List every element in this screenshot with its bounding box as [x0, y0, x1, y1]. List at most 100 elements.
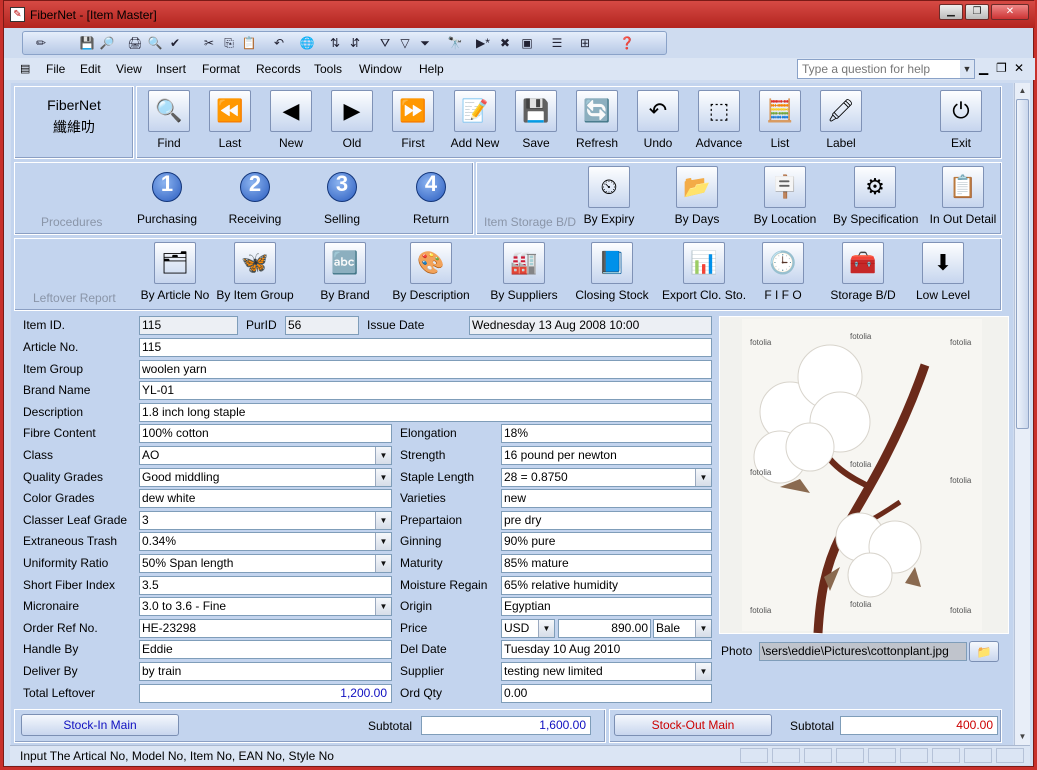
extraneous-trash-field[interactable]: 0.34% ▼ [139, 532, 392, 552]
form-menu-icon[interactable]: ▤ [20, 62, 30, 75]
purid-field[interactable]: 56 [285, 316, 359, 335]
properties-icon[interactable]: ☰ [549, 35, 565, 51]
stock-out-button[interactable]: Stock-Out Main [614, 714, 772, 736]
vertical-scrollbar[interactable]: ▲ ▼ [1014, 83, 1030, 745]
browse-photo-button[interactable]: 📁 [969, 641, 999, 662]
supplier-field[interactable]: testing new limited ▼ [501, 662, 712, 681]
mdi-minimize-button[interactable]: ▁ [979, 61, 988, 75]
menu-format[interactable]: Format [202, 62, 240, 76]
chevron-down-icon[interactable]: ▼ [375, 555, 391, 572]
print-icon[interactable]: 🖨 [127, 35, 143, 51]
prepartaion-field[interactable]: pre dry [501, 510, 712, 530]
subtotal-out-field[interactable]: 400.00 [840, 716, 998, 735]
chevron-down-icon[interactable]: ▼ [695, 468, 711, 486]
scroll-down-icon[interactable]: ▼ [1015, 729, 1030, 744]
new-record-icon[interactable]: ▶* [475, 35, 491, 51]
by-item-group-button[interactable]: 🦋 By Item Group [213, 242, 297, 306]
mdi-close-button[interactable]: ✕ [1014, 61, 1024, 75]
handle-by-field[interactable]: Eddie [139, 640, 392, 660]
sort-ascending-icon[interactable]: ⇅ [327, 35, 343, 51]
minimize-button[interactable]: ▁ [939, 4, 963, 20]
hyperlink-icon[interactable]: 🌐 [299, 35, 315, 51]
by-specification-button[interactable]: ⚙ By Specification [833, 166, 918, 230]
find-icon[interactable]: 🔭 [447, 35, 463, 51]
undo-small-icon[interactable]: ↶ [271, 35, 287, 51]
print-preview-icon[interactable]: 🔍 [147, 35, 163, 51]
varieties-field[interactable]: new [501, 489, 712, 509]
by-brand-button[interactable]: 🔤 By Brand [303, 242, 387, 306]
total-leftover-field[interactable]: 1,200.00 [139, 683, 392, 703]
cut-icon[interactable]: ✂ [201, 35, 217, 51]
chevron-down-icon[interactable]: ▼ [375, 598, 391, 616]
document-icon[interactable]: ✎ [10, 7, 25, 22]
chevron-down-icon[interactable]: ▼ [695, 663, 711, 680]
f-i-f-o-button[interactable]: 🕒 F I F O [741, 242, 825, 306]
quality-grades-field[interactable]: Good middling ▼ [139, 467, 392, 487]
copy-icon[interactable]: ⎘ [221, 35, 237, 51]
database-window-icon[interactable]: ▣ [519, 35, 535, 51]
design-view-icon[interactable]: ✏ [33, 35, 49, 51]
chevron-down-icon[interactable]: ▼ [538, 619, 554, 637]
exit-button[interactable]: ⏻ Exit [919, 90, 1003, 154]
menu-view[interactable]: View [116, 62, 142, 76]
issue-date-field[interactable]: Wednesday 13 Aug 2008 10:00 [469, 316, 712, 335]
order-ref-no-field[interactable]: HE-23298 [139, 618, 392, 638]
menu-tools[interactable]: Tools [314, 62, 342, 76]
receiving-button[interactable]: 2 Receiving [213, 166, 297, 230]
label-button[interactable]: 🖍 Label [799, 90, 883, 154]
by-location-button[interactable]: 🪧 By Location [743, 166, 827, 230]
apply-filter-icon[interactable]: ⏷ [417, 35, 433, 51]
strength-field[interactable]: 16 pound per newton [501, 446, 712, 465]
new-object-icon[interactable]: ⊞ [577, 35, 593, 51]
article-no-field[interactable]: 115 [139, 338, 712, 357]
save-icon[interactable]: 💾 [79, 35, 95, 51]
selling-button[interactable]: 3 Selling [300, 166, 384, 230]
elongation-field[interactable]: 18% [501, 424, 712, 444]
help-icon[interactable]: ❓ [619, 35, 635, 51]
del-date-field[interactable]: Tuesday 10 Aug 2010 [501, 640, 712, 660]
ginning-field[interactable]: 90% pure [501, 532, 712, 552]
micronaire-field[interactable]: 3.0 to 3.6 - Fine ▼ [139, 597, 392, 617]
classer-leaf-grade-field[interactable]: 3 ▼ [139, 510, 392, 530]
uniformity-ratio-field[interactable]: 50% Span length ▼ [139, 554, 392, 573]
description-field[interactable]: 1.8 inch long staple [139, 402, 712, 422]
delete-record-icon[interactable]: ✖ [497, 35, 513, 51]
search-file-icon[interactable]: 🔎 [99, 35, 115, 51]
short-fiber-index-field[interactable]: 3.5 [139, 575, 392, 595]
chevron-down-icon[interactable]: ▼ [960, 60, 974, 78]
filter-selection-icon[interactable]: ⛛ [377, 35, 393, 51]
filter-form-icon[interactable]: ▽ [397, 35, 413, 51]
price-amount-field[interactable]: 890.00 [558, 618, 651, 638]
closing-stock-button[interactable]: 📘 Closing Stock [570, 242, 654, 306]
photo-path-field[interactable]: \sers\eddie\Pictures\cottonplant.jpg [759, 642, 967, 661]
scroll-thumb[interactable] [1016, 99, 1029, 429]
storage-b-d-button[interactable]: 🧰 Storage B/D [821, 242, 905, 306]
by-article-no-button[interactable]: 🗂 By Article No [133, 242, 217, 306]
by-description-button[interactable]: 🎨 By Description [389, 242, 473, 306]
menu-edit[interactable]: Edit [80, 62, 101, 76]
chevron-down-icon[interactable]: ▼ [375, 447, 391, 464]
subtotal-in-field[interactable]: 1,600.00 [421, 716, 591, 735]
item-id-field[interactable]: 115 [139, 316, 238, 335]
currency-select[interactable]: USD ▼ [501, 618, 555, 638]
brand-name-field[interactable]: YL-01 [139, 381, 712, 401]
chevron-down-icon[interactable]: ▼ [695, 619, 711, 637]
by-expiry-button[interactable]: ⏲ By Expiry [567, 166, 651, 230]
menu-window[interactable]: Window [359, 62, 402, 76]
mdi-restore-button[interactable]: ❐ [996, 61, 1007, 75]
paste-icon[interactable]: 📋 [241, 35, 257, 51]
class-field[interactable]: AO ▼ [139, 446, 392, 465]
item-group-field[interactable]: woolen yarn [139, 359, 712, 379]
export-clo-sto-button[interactable]: 📊 Export Clo. Sto. [662, 242, 746, 306]
sort-descending-icon[interactable]: ⇵ [347, 35, 363, 51]
menu-insert[interactable]: Insert [156, 62, 186, 76]
deliver-by-field[interactable]: by train [139, 662, 392, 681]
stock-in-button[interactable]: Stock-In Main [21, 714, 179, 736]
color-grades-field[interactable]: dew white [139, 489, 392, 509]
maximize-button[interactable]: ❐ [965, 4, 989, 20]
staple-length-field[interactable]: 28 = 0.8750 ▼ [501, 467, 712, 487]
menu-records[interactable]: Records [256, 62, 301, 76]
by-suppliers-button[interactable]: 🏭 By Suppliers [482, 242, 566, 306]
menu-help[interactable]: Help [419, 62, 444, 76]
fibre-content-field[interactable]: 100% cotton [139, 424, 392, 444]
